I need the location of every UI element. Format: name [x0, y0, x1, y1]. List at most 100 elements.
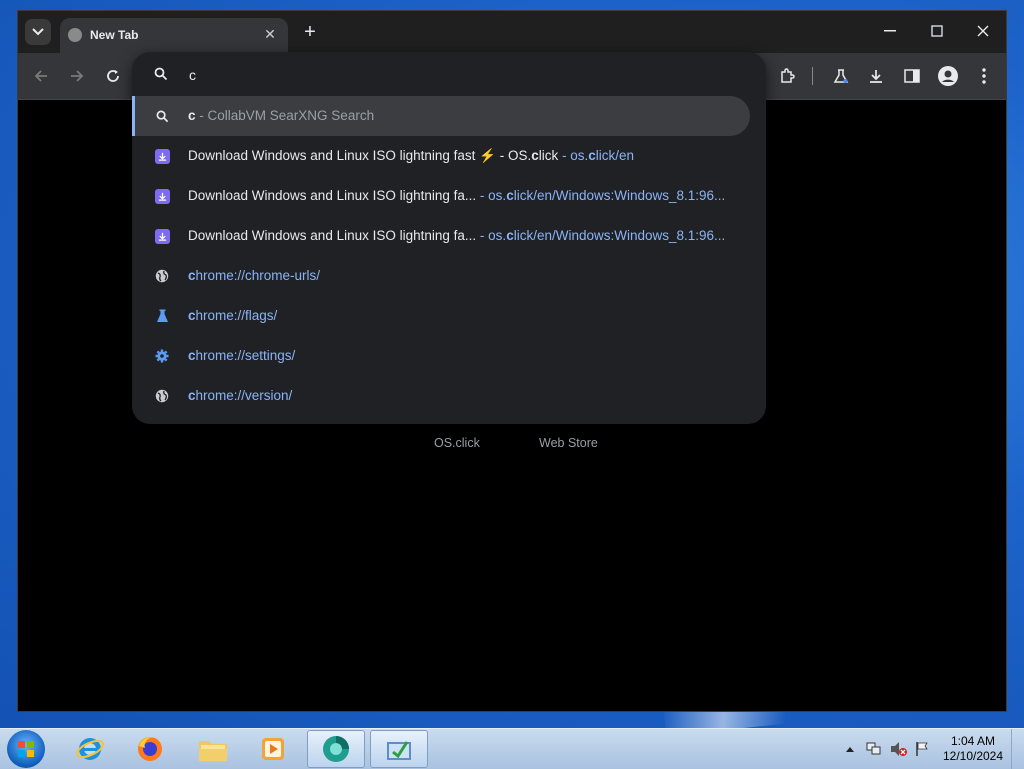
suggestion-text-part: lick/en	[595, 148, 635, 163]
maximize-button[interactable]	[915, 15, 959, 47]
suggestion-text: chrome://settings/	[188, 348, 295, 363]
suggestion-text-part: Download Windows and Linux ISO lightning…	[188, 228, 477, 243]
firefox-icon	[138, 737, 162, 761]
suggestion-text-part: Download Windows and Linux ISO lightning…	[188, 148, 532, 163]
kebab-menu-icon	[982, 68, 986, 84]
close-icon	[977, 25, 989, 37]
suggestion-text-part: hrome://settings/	[195, 348, 296, 363]
suggestion-text-part: hrome://version/	[195, 388, 293, 403]
suggestion-text-part: c	[506, 228, 514, 243]
suggestion-text: Download Windows and Linux ISO lightning…	[188, 148, 634, 164]
minimize-button[interactable]	[868, 15, 912, 47]
suggestion-text-part: hrome://chrome-urls/	[195, 268, 321, 283]
puzzle-icon	[781, 68, 795, 83]
taskbar-internet-explorer[interactable]	[61, 730, 119, 768]
folder-icon	[199, 741, 227, 761]
suggestion-text: Download Windows and Linux ISO lightning…	[188, 228, 725, 243]
suggestion-text-part: lick/en/Windows:Windows_8.1:96...	[513, 188, 726, 203]
clock-date: 12/10/2024	[942, 749, 1004, 763]
suggestion-text: chrome://flags/	[188, 308, 277, 323]
arrow-left-icon	[34, 70, 47, 82]
omnibox	[132, 52, 766, 96]
maximize-icon	[931, 25, 943, 37]
globe-icon	[68, 28, 82, 42]
search-icon	[154, 108, 170, 124]
chevron-down-icon	[32, 28, 44, 36]
flask-icon	[154, 308, 170, 324]
shortcut-label-osclick[interactable]: OS.click	[434, 436, 480, 450]
taskbar-app-installer[interactable]	[370, 730, 428, 768]
download-icon	[154, 148, 170, 164]
omnibox-suggestion[interactable]: chrome://version/	[132, 376, 750, 416]
suggestion-text-part: - os.	[558, 148, 589, 163]
reload-button[interactable]	[101, 64, 125, 88]
show-hidden-icons-button[interactable]	[840, 730, 860, 768]
title-bar: New Tab ✕ +	[18, 11, 1006, 53]
close-window-button[interactable]	[961, 15, 1005, 47]
omnibox-suggestion[interactable]: c - CollabVM SearXNG Search	[132, 96, 750, 136]
download-icon	[870, 70, 882, 83]
downloads-button[interactable]	[864, 64, 888, 88]
avatar-icon	[938, 66, 958, 86]
new-tab-button[interactable]: +	[298, 20, 322, 44]
omnibox-dropdown: c - CollabVM SearXNG Search Download Wind…	[132, 52, 766, 424]
side-panel-icon	[904, 69, 920, 83]
suggestion-text: chrome://version/	[188, 388, 292, 403]
close-tab-button[interactable]: ✕	[260, 24, 280, 44]
tray-network[interactable]	[864, 730, 884, 768]
flag-icon	[916, 742, 928, 756]
forward-button[interactable]	[65, 64, 89, 88]
taskbar-firefox[interactable]	[121, 730, 179, 768]
suggestion-text-part: - CollabVM SearXNG Search	[195, 108, 375, 123]
omnibox-suggestion[interactable]: chrome://flags/	[132, 296, 750, 336]
omnibox-suggestion[interactable]: Download Windows and Linux ISO lightning…	[132, 176, 750, 216]
selection-indicator	[132, 96, 135, 136]
clock-time: 1:04 AM	[950, 734, 996, 748]
taskbar: 1:04 AM 12/10/2024	[0, 728, 1024, 769]
chevron-up-icon	[846, 747, 854, 752]
network-icon	[866, 742, 881, 755]
taskbar-media-player[interactable]	[244, 730, 302, 768]
suggestion-text-part: c	[188, 268, 196, 283]
suggestion-text: c - CollabVM SearXNG Search	[188, 108, 374, 123]
omnibox-suggestion[interactable]: chrome://chrome-urls/	[132, 256, 750, 296]
gear-icon	[154, 348, 170, 364]
suggestion-text-part: c	[531, 148, 539, 163]
start-button[interactable]	[7, 730, 45, 768]
suggestion-text-part: c	[188, 388, 196, 403]
globe-icon	[154, 388, 170, 404]
download-icon	[154, 188, 170, 204]
suggestion-text-part: c	[188, 308, 196, 323]
suggestion-text-part: hrome://flags/	[195, 308, 278, 323]
extensions-button[interactable]	[775, 64, 799, 88]
tab-search-button[interactable]	[25, 19, 51, 45]
shortcut-label-webstore[interactable]: Web Store	[539, 436, 598, 450]
suggestion-text-part: lick	[538, 148, 559, 163]
chrome-labs-button[interactable]	[829, 64, 853, 88]
menu-button[interactable]	[972, 64, 996, 88]
arrow-right-icon	[71, 70, 84, 82]
show-desktop-button[interactable]	[1011, 729, 1024, 769]
address-bar-input[interactable]	[187, 63, 691, 87]
internet-explorer-icon	[76, 738, 104, 760]
side-panel-button[interactable]	[900, 64, 924, 88]
flask-icon	[833, 69, 849, 83]
tab-new-tab[interactable]: New Tab ✕	[60, 18, 288, 53]
volume-muted-icon	[891, 742, 907, 756]
system-clock[interactable]: 1:04 AM 12/10/2024	[938, 734, 1008, 764]
suggestion-text-part: c	[506, 188, 514, 203]
tray-action-center[interactable]	[912, 730, 932, 768]
minimize-icon	[884, 30, 896, 32]
omnibox-suggestion[interactable]: chrome://settings/	[132, 336, 750, 376]
tray-volume[interactable]	[888, 730, 910, 768]
omnibox-suggestion[interactable]: Download Windows and Linux ISO lightning…	[132, 216, 750, 256]
taskbar-chromium[interactable]	[307, 730, 365, 768]
profile-button[interactable]	[936, 64, 960, 88]
suggestion-text-part: Download Windows and Linux ISO lightning…	[188, 188, 477, 203]
installer-icon	[387, 741, 411, 760]
back-button[interactable]	[29, 64, 53, 88]
taskbar-file-explorer[interactable]	[184, 730, 242, 768]
omnibox-suggestion[interactable]: Download Windows and Linux ISO lightning…	[132, 136, 750, 176]
toolbar-divider	[812, 67, 813, 85]
suggestion-text-part: c	[588, 148, 596, 163]
